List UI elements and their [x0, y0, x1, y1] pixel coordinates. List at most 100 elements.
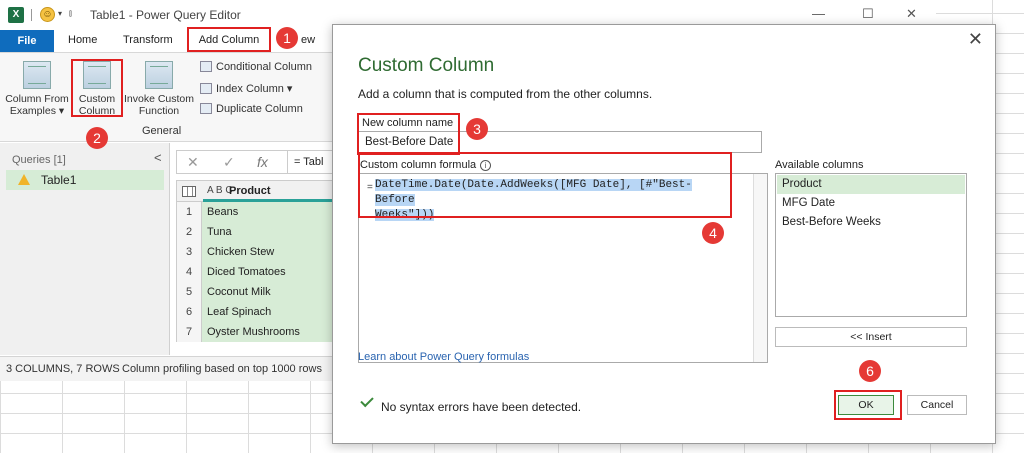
- tab-home[interactable]: Home: [68, 34, 97, 46]
- column-from-examples-button[interactable]: Column From Examples ▾: [4, 61, 70, 117]
- step-badge: 2: [86, 127, 108, 149]
- minimize-button[interactable]: —: [812, 6, 825, 21]
- queries-pane: Queries [1] < Table1: [0, 143, 170, 355]
- formula-label: Custom column formula i: [360, 159, 492, 171]
- invoke-custom-function-button[interactable]: Invoke Custom Function: [121, 61, 197, 117]
- query-label: Table1: [41, 173, 77, 187]
- index-column-icon: [200, 83, 212, 94]
- status-row-count: 3 COLUMNS, 7 ROWS: [6, 363, 120, 375]
- formula-bar: ✕ ✓ fx = Tabl: [176, 150, 336, 174]
- table-row[interactable]: 5 Coconut Milk: [176, 282, 336, 302]
- duplicate-column-label: Duplicate Column: [216, 103, 303, 115]
- formula-code[interactable]: DateTime.Date(Date.AddWeeks([MFG Date], …: [375, 178, 725, 223]
- column-header-product[interactable]: Product: [229, 185, 271, 197]
- ribbon-group-label: General: [142, 125, 182, 137]
- info-icon[interactable]: i: [480, 160, 492, 171]
- row-number: 7: [176, 322, 202, 342]
- grid-header: A B C Product: [176, 180, 337, 202]
- invoke-function-label-2: Function: [138, 105, 180, 117]
- invoke-function-label-1: Invoke Custom: [123, 93, 195, 105]
- dialog-subtitle: Add a column that is computed from the o…: [358, 87, 653, 101]
- column-from-examples-label-1: Column From: [5, 93, 69, 105]
- dialog-close-button[interactable]: ✕: [968, 29, 983, 50]
- syntax-status-message: No syntax errors have been detected.: [381, 400, 582, 414]
- table-row[interactable]: 3 Chicken Stew: [176, 242, 336, 262]
- insert-button[interactable]: << Insert: [775, 327, 967, 347]
- window-title: Table1 - Power Query Editor: [90, 8, 241, 22]
- table-cell[interactable]: Beans: [202, 202, 336, 222]
- warning-icon: [18, 174, 30, 185]
- close-window-button[interactable]: ✕: [906, 6, 917, 22]
- ok-button[interactable]: OK: [838, 395, 894, 415]
- title-separator: [31, 9, 32, 21]
- table-row[interactable]: 7 Oyster Mushrooms: [176, 322, 336, 342]
- cancel-formula-icon[interactable]: ✕: [187, 154, 199, 171]
- step-badge: 6: [859, 360, 881, 382]
- duplicate-column-button[interactable]: Duplicate Column: [200, 103, 303, 115]
- new-column-name-input[interactable]: [358, 131, 762, 153]
- row-number: 3: [176, 242, 202, 262]
- column-from-examples-icon: [23, 61, 51, 89]
- row-number: 6: [176, 302, 202, 322]
- index-column-label: Index Column ▾: [216, 83, 293, 95]
- smiley-feedback-icon[interactable]: ☺: [40, 7, 55, 22]
- checkmark-icon: [360, 393, 374, 408]
- tab-transform[interactable]: Transform: [123, 34, 173, 46]
- quick-access-more-icon[interactable]: ⫾: [69, 8, 72, 19]
- index-column-button[interactable]: Index Column ▾: [200, 82, 292, 95]
- formula-bar-input[interactable]: = Tabl: [287, 151, 337, 173]
- invoke-function-icon: [145, 61, 173, 89]
- dialog-title: Custom Column: [358, 55, 495, 76]
- conditional-column-icon: [200, 61, 212, 72]
- step-badge: 3: [466, 118, 488, 140]
- conditional-column-button[interactable]: Conditional Column: [200, 61, 312, 73]
- formula-scrollbar[interactable]: [753, 174, 767, 362]
- tab-add-column[interactable]: Add Column: [187, 27, 271, 52]
- new-column-name-label: New column name: [362, 117, 454, 129]
- table-cell[interactable]: Diced Tomatoes: [202, 262, 336, 282]
- step-badge: 1: [276, 27, 298, 49]
- custom-column-highlight: [71, 59, 123, 117]
- available-columns-list: Product MFG Date Best-Before Weeks: [775, 173, 967, 317]
- row-number: 2: [176, 222, 202, 242]
- tab-view[interactable]: ew: [301, 34, 315, 46]
- row-number: 1: [176, 202, 202, 222]
- learn-formulas-link[interactable]: Learn about Power Query formulas: [358, 351, 529, 363]
- available-column-item[interactable]: Best-Before Weeks: [777, 213, 965, 232]
- conditional-column-label: Conditional Column: [216, 61, 312, 73]
- formula-label-text: Custom column formula: [360, 159, 477, 171]
- available-column-item[interactable]: Product: [777, 175, 965, 194]
- available-column-item[interactable]: MFG Date: [777, 194, 965, 213]
- queries-title: Queries [1]: [12, 154, 66, 166]
- column-from-examples-label-2: Examples ▾: [9, 105, 65, 117]
- table-cell[interactable]: Oyster Mushrooms: [202, 322, 336, 342]
- table-row[interactable]: 2 Tuna: [176, 222, 336, 242]
- collapse-queries-button[interactable]: <: [154, 150, 162, 165]
- excel-logo-icon: X: [8, 7, 24, 23]
- custom-formula-editor[interactable]: = DateTime.Date(Date.AddWeeks([MFG Date]…: [358, 173, 768, 363]
- cancel-button[interactable]: Cancel: [907, 395, 967, 415]
- tab-file[interactable]: File: [0, 30, 54, 52]
- table-cell[interactable]: Tuna: [202, 222, 336, 242]
- maximize-button[interactable]: ☐: [862, 6, 874, 22]
- row-number: 5: [176, 282, 202, 302]
- available-columns-label: Available columns: [775, 159, 864, 171]
- custom-column-dialog: ✕ Custom Column Add a column that is com…: [332, 24, 996, 444]
- table-cell[interactable]: Leaf Spinach: [202, 302, 336, 322]
- fx-icon[interactable]: fx: [257, 154, 268, 170]
- status-profiling[interactable]: Column profiling based on top 1000 rows: [122, 363, 322, 375]
- smiley-caret-icon[interactable]: ▾: [58, 9, 62, 18]
- formula-line-2: Weeks"])): [375, 209, 435, 221]
- table-cell[interactable]: Chicken Stew: [202, 242, 336, 262]
- table-cell[interactable]: Coconut Milk: [202, 282, 336, 302]
- row-number: 4: [176, 262, 202, 282]
- formula-line-1: DateTime.Date(Date.AddWeeks([MFG Date], …: [375, 179, 692, 206]
- table-row[interactable]: 6 Leaf Spinach: [176, 302, 336, 322]
- table-row[interactable]: 4 Diced Tomatoes: [176, 262, 336, 282]
- table-menu-icon[interactable]: [182, 186, 196, 197]
- duplicate-column-icon: [200, 103, 212, 114]
- commit-formula-icon[interactable]: ✓: [223, 154, 235, 171]
- table-row[interactable]: 1 Beans: [176, 202, 336, 222]
- step-badge: 4: [702, 222, 724, 244]
- query-item-table1[interactable]: Table1: [6, 170, 164, 190]
